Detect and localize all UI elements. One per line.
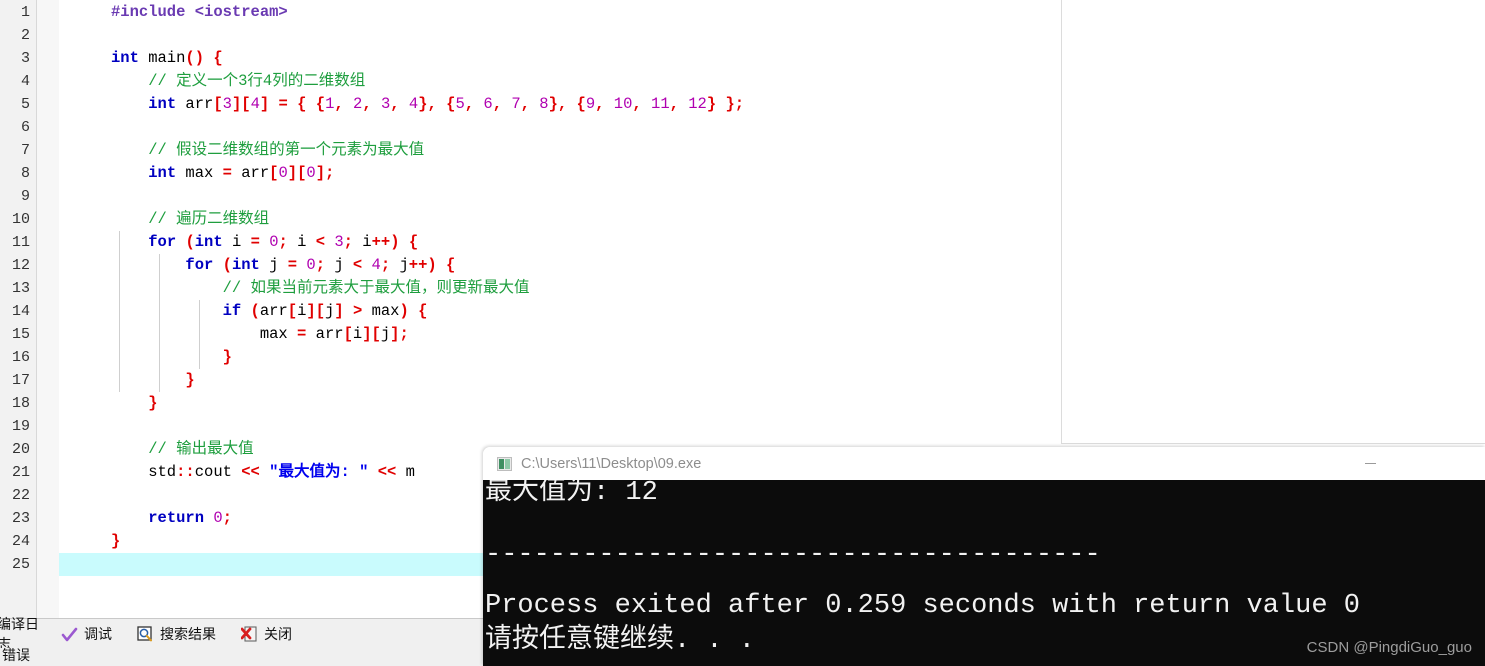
line-number: 13 — [11, 280, 30, 297]
code-line: } — [222, 348, 232, 366]
console-app-icon — [497, 456, 512, 471]
line-number: 17 — [11, 372, 30, 389]
line-number: 18 — [11, 395, 30, 412]
code-folding-gutter[interactable] — [37, 0, 90, 618]
console-line: 请按任意键继续. . . — [485, 626, 756, 656]
tab-4[interactable]: 关闭 — [232, 619, 308, 649]
code-line: } — [111, 532, 121, 550]
code-line: // 输出最大值 — [111, 440, 254, 458]
minimize-icon — [1364, 463, 1376, 464]
code-line: } — [148, 394, 158, 412]
code-line: std::cout << "最大值为: " << m — [111, 463, 415, 481]
line-number: 24 — [11, 533, 30, 550]
watermark-text: CSDN @PingdiGuo_guo — [1306, 639, 1472, 656]
line-number: 23 — [11, 510, 30, 527]
console-line: -------------------------------------- — [485, 540, 1101, 570]
line-number: 2 — [20, 27, 30, 44]
code-line: // 假设二维数组的第一个元素为最大值 — [111, 141, 425, 159]
console-window[interactable]: C:\Users\11\Desktop\09.exe 最大值为: 12 -----… — [483, 447, 1485, 666]
console-line: Process exited after 0.259 seconds with … — [485, 591, 1360, 621]
search-icon — [137, 625, 154, 643]
line-number: 3 — [20, 50, 30, 67]
line-number: 14 — [11, 303, 30, 320]
line-number: 22 — [11, 487, 30, 504]
pane-divider-vertical — [1061, 0, 1062, 443]
code-line: } — [185, 371, 195, 389]
tab-3[interactable]: 搜索结果 — [128, 619, 232, 649]
line-number: 4 — [20, 73, 30, 90]
code-line: int arr[3][4] = { {1, 2, 3, 4}, {5, 6, 7… — [148, 95, 745, 113]
tab-label: 关闭 — [264, 626, 292, 642]
line-number: 9 — [20, 188, 30, 205]
line-number: 12 — [11, 257, 30, 274]
line-number: 1 — [20, 4, 30, 21]
line-number-gutter: 1 2 3 4 5 6 7 8 9 10 11 12 13 14 15 16 17 18 19 20 21 22 23 24 2… — [0, 0, 37, 618]
close-icon — [240, 625, 258, 643]
line-number: 25 — [11, 556, 30, 573]
tab-label: 搜索结果 — [160, 626, 216, 642]
line-number: 16 — [11, 349, 30, 366]
check-icon — [61, 626, 78, 643]
pane-divider-horizontal — [1061, 443, 1485, 444]
code-line: int max = arr[0][0]; — [148, 164, 335, 182]
console-title-bar[interactable]: C:\Users\11\Desktop\09.exe — [483, 447, 1485, 480]
code-line: // 如果当前元素大于最大值，则更新最大值 — [111, 279, 530, 297]
indent-guide — [119, 231, 120, 392]
console-minimize-button[interactable] — [1347, 447, 1393, 480]
line-number: 11 — [11, 234, 30, 251]
line-number: 20 — [11, 441, 30, 458]
code-line: // 定义一个3行4列的二维数组 — [111, 72, 366, 90]
line-number: 15 — [11, 326, 30, 343]
code-line: #include <iostream> — [111, 3, 288, 21]
code-line: return 0; — [148, 509, 232, 527]
line-number: 21 — [11, 464, 30, 481]
console-line: 最大值为: 12 — [485, 480, 658, 508]
indent-guide — [199, 300, 200, 369]
line-number: 8 — [20, 165, 30, 182]
code-line: for (int i = 0; i < 3; i++) { — [148, 233, 419, 251]
console-title-text: C:\Users\11\Desktop\09.exe — [521, 455, 702, 472]
tab-label: 调试 — [84, 626, 112, 642]
tab-1[interactable]: 编译日志 — [0, 616, 52, 652]
code-line: max = arr[i][j]; — [111, 325, 409, 343]
indent-guide — [159, 254, 160, 392]
code-line: for (int j = 0; j < 4; j++) { — [185, 256, 456, 274]
tab-2[interactable]: 调试 — [52, 619, 128, 649]
error-label: 错误 — [2, 648, 30, 663]
line-number: 10 — [11, 211, 30, 228]
line-number: 19 — [11, 418, 30, 435]
code-line: int main() { — [111, 49, 223, 67]
line-number: 7 — [20, 142, 30, 159]
line-number: 6 — [20, 119, 30, 136]
line-number: 5 — [20, 96, 30, 113]
code-line: // 遍历二维数组 — [111, 210, 270, 228]
